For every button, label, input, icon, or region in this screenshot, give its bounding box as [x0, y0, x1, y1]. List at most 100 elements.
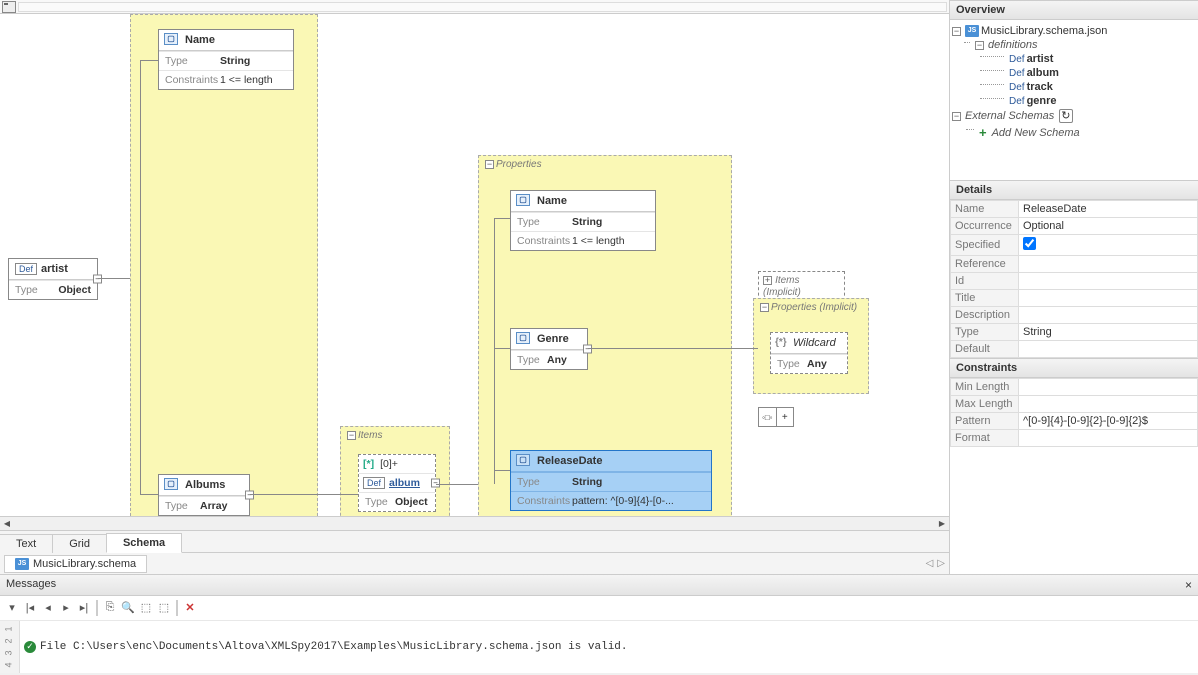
- detail-cell[interactable]: [1019, 307, 1198, 324]
- file-tab[interactable]: JS MusicLibrary.schema: [4, 555, 147, 573]
- clear-icon[interactable]: ✕: [182, 599, 198, 615]
- detail-key: Title: [951, 290, 1019, 307]
- detail-cell[interactable]: ReleaseDate: [1019, 201, 1198, 218]
- tree-def-track[interactable]: Def track: [952, 80, 1196, 94]
- canvas-breadcrumb-bar[interactable]: [18, 2, 947, 12]
- nav-next-icon[interactable]: ▸: [58, 599, 74, 615]
- tree-collapse-icon[interactable]: −: [975, 41, 984, 50]
- constraint-value[interactable]: ^[0-9]{4}-[0-9]{2}-[0-9]{2}$: [1019, 413, 1198, 430]
- collapse-icon[interactable]: −: [485, 160, 494, 169]
- constraints-panel: Min LengthMax LengthPattern^[0-9]{4}-[0-…: [950, 378, 1198, 574]
- node-artist[interactable]: Defartist TypeObject −: [8, 258, 98, 300]
- schema-canvas[interactable]: Defartist TypeObject − ▢Name TypeString …: [0, 14, 949, 516]
- tree-external-schemas[interactable]: − External Schemas: [952, 108, 1196, 124]
- detail-cell[interactable]: [1019, 273, 1198, 290]
- nav-first-icon[interactable]: |◂: [22, 599, 38, 615]
- node-album-ref[interactable]: [*][0]+ Defalbum TypeObject −: [358, 454, 436, 512]
- find-prev-icon[interactable]: ⬚: [138, 599, 154, 615]
- node-name-2[interactable]: ▢Name TypeString Constraints1 <= length: [510, 190, 656, 251]
- copy-icon[interactable]: ⎘: [102, 599, 118, 615]
- node-title: Wildcard: [793, 337, 836, 349]
- def-link[interactable]: album: [389, 477, 429, 489]
- detail-value[interactable]: ReleaseDate: [1023, 203, 1087, 215]
- collapse-icon[interactable]: −: [760, 303, 769, 312]
- node-releasedate[interactable]: ▢ReleaseDate TypeString Constraintspatte…: [510, 450, 712, 511]
- group-label: −Items: [347, 430, 382, 441]
- def-badge: Def: [15, 263, 37, 275]
- tree-root[interactable]: − JS MusicLibrary.schema.json: [952, 24, 1196, 38]
- prop-key: Type: [365, 496, 395, 508]
- tree-def-album[interactable]: Def album: [952, 66, 1196, 80]
- tree-definitions[interactable]: − definitions: [952, 38, 1196, 52]
- detail-cell[interactable]: [1019, 341, 1198, 358]
- combined-toggle[interactable]: ◦□◦ +: [758, 407, 794, 427]
- constraint-value[interactable]: [1019, 430, 1198, 447]
- detail-cell[interactable]: [1019, 256, 1198, 273]
- constraint-value[interactable]: [1019, 379, 1198, 396]
- detail-value[interactable]: Optional: [1023, 220, 1064, 232]
- expand-toggle[interactable]: −: [245, 491, 254, 500]
- json-file-icon: JS: [15, 558, 29, 570]
- tab-prev-icon[interactable]: ◁: [926, 558, 934, 569]
- constraint-value[interactable]: [1019, 396, 1198, 413]
- root-view-icon[interactable]: [2, 1, 16, 13]
- scroll-right-icon[interactable]: ▶: [935, 517, 949, 531]
- group-label: −Properties: [485, 159, 542, 170]
- specified-checkbox[interactable]: [1023, 237, 1036, 250]
- tree-collapse-icon[interactable]: −: [952, 27, 961, 36]
- tab-schema[interactable]: Schema: [106, 533, 182, 553]
- nav-last-icon[interactable]: ▸|: [76, 599, 92, 615]
- tree-add-new-schema[interactable]: + Add New Schema: [952, 124, 1196, 141]
- collapse-icon[interactable]: −: [347, 431, 356, 440]
- detail-value[interactable]: String: [1023, 326, 1052, 338]
- detail-cell[interactable]: [1019, 235, 1198, 256]
- messages-panel: Messages × ▾ |◂ ◂ ▸ ▸| ⎘ 🔍 ⬚ ⬚ ✕ 1234 ✓ …: [0, 574, 1198, 673]
- find-icon[interactable]: 🔍: [120, 599, 136, 615]
- expand-icon[interactable]: +: [777, 408, 794, 426]
- message-gutter[interactable]: 1234: [0, 621, 20, 673]
- tab-next-icon[interactable]: ▷: [937, 558, 945, 569]
- file-tab-bar: JS MusicLibrary.schema ◁ ▷: [0, 552, 949, 574]
- scroll-left-icon[interactable]: ◀: [0, 517, 14, 531]
- detail-cell[interactable]: String: [1019, 324, 1198, 341]
- overview-panel-header: Overview: [950, 0, 1198, 20]
- node-title: ReleaseDate: [537, 455, 602, 467]
- tree-collapse-icon[interactable]: −: [952, 112, 961, 121]
- tree-def-genre[interactable]: Def genre: [952, 94, 1196, 108]
- constraints-panel-header: Constraints: [950, 358, 1198, 378]
- find-next-icon[interactable]: ⬚: [156, 599, 172, 615]
- node-albums[interactable]: ▢Albums TypeArray −: [158, 474, 250, 516]
- prop-val: pattern: ^[0-9]{4}-[0-...: [572, 495, 705, 507]
- node-name-1[interactable]: ▢Name TypeString Constraints1 <= length: [158, 29, 294, 90]
- node-title: Name: [185, 34, 215, 46]
- constraint-key: Min Length: [951, 379, 1019, 396]
- tree-label: MusicLibrary.schema.json: [981, 25, 1107, 37]
- expand-icon[interactable]: +: [763, 276, 772, 285]
- tree-label: definitions: [988, 39, 1038, 51]
- filter-icon[interactable]: ▾: [4, 599, 20, 615]
- prop-val: Array: [200, 500, 243, 512]
- node-wildcard[interactable]: {*}Wildcard TypeAny: [770, 332, 848, 374]
- tab-text[interactable]: Text: [0, 534, 53, 553]
- nav-prev-icon[interactable]: ◂: [40, 599, 56, 615]
- detail-key: Name: [951, 201, 1019, 218]
- detail-cell[interactable]: Optional: [1019, 218, 1198, 235]
- tree-label: External Schemas: [965, 110, 1054, 122]
- refresh-icon[interactable]: [1059, 109, 1073, 123]
- node-items-implicit[interactable]: + Items (Implicit): [758, 271, 845, 301]
- prop-val: [0]+: [380, 458, 429, 470]
- prop-key: Type: [777, 358, 807, 370]
- horizontal-scrollbar[interactable]: ◀ ▶: [0, 516, 949, 530]
- expand-toggle[interactable]: −: [93, 275, 102, 284]
- node-genre[interactable]: ▢Genre TypeAny −: [510, 328, 588, 370]
- expand-toggle[interactable]: −: [431, 479, 440, 488]
- detail-key: Description: [951, 307, 1019, 324]
- prop-val: 1 <= length: [572, 235, 649, 247]
- message-row[interactable]: ✓ File C:\Users\enc\Documents\Altova\XML…: [20, 621, 1198, 673]
- tab-grid[interactable]: Grid: [52, 534, 107, 553]
- detail-cell[interactable]: [1019, 290, 1198, 307]
- tree-def-artist[interactable]: Def artist: [952, 52, 1196, 66]
- prop-key: Type: [517, 354, 547, 366]
- close-icon[interactable]: ×: [1185, 578, 1192, 592]
- expand-toggle[interactable]: −: [583, 345, 592, 354]
